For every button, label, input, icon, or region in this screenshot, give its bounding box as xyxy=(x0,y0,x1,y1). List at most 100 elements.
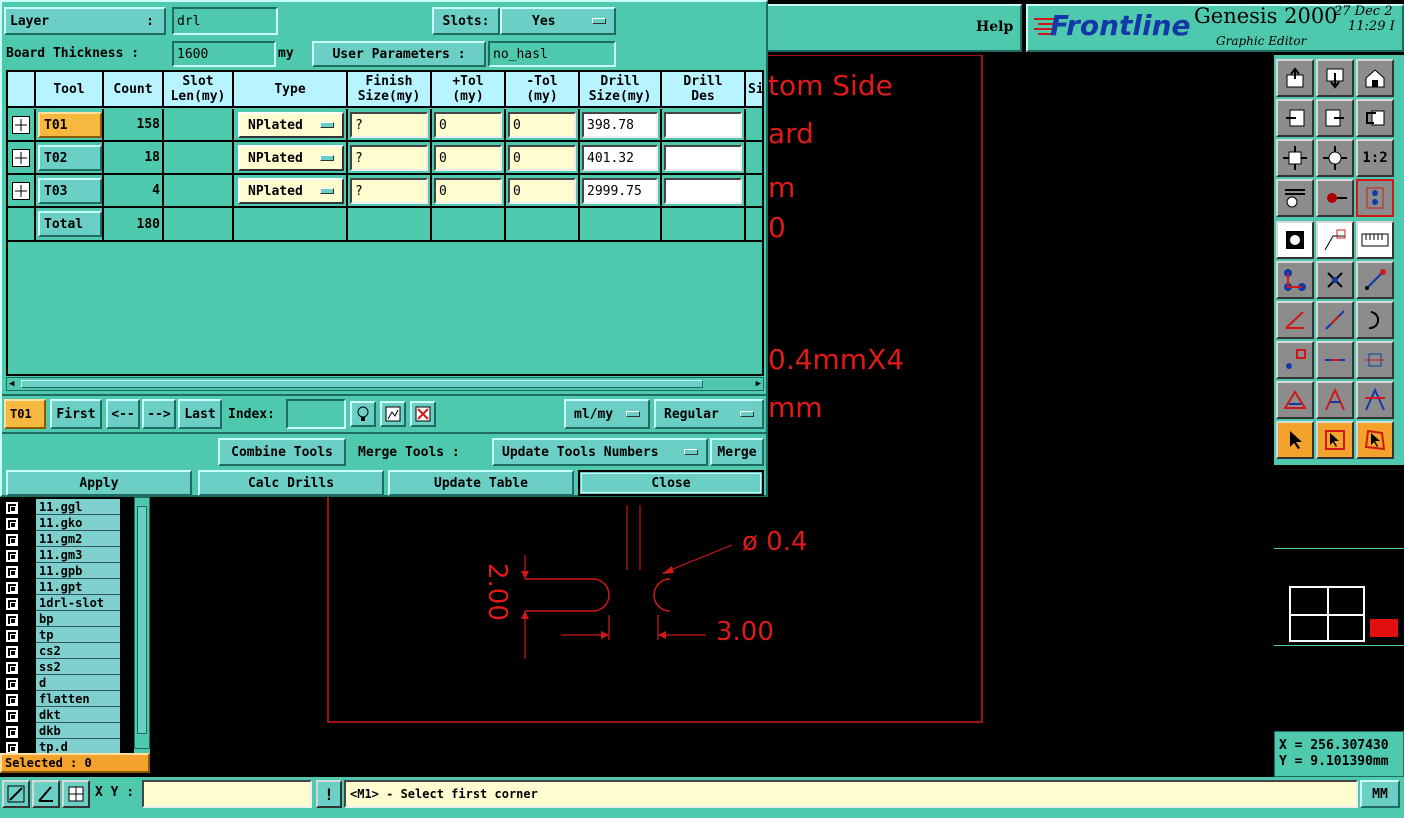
layer-list-item[interactable]: tp xyxy=(0,627,130,643)
select-poly-icon[interactable] xyxy=(1356,421,1394,459)
text-a-icon[interactable] xyxy=(1316,381,1354,419)
row-select-icon[interactable] xyxy=(12,116,30,134)
layer-checkbox[interactable] xyxy=(6,534,18,546)
minus-tol-input[interactable]: 0 xyxy=(508,178,576,204)
move-left-icon[interactable] xyxy=(1276,99,1314,137)
xy-input[interactable] xyxy=(142,780,312,808)
arc-icon[interactable] xyxy=(1356,301,1394,339)
lightbulb-icon[interactable] xyxy=(350,401,376,427)
tool-type-dropdown[interactable]: NPlated xyxy=(238,112,344,138)
line-point-icon[interactable] xyxy=(1356,261,1394,299)
layer-list-item[interactable]: 11.gm2 xyxy=(0,531,130,547)
select-arrow-icon[interactable] xyxy=(1276,421,1314,459)
update-tools-numbers-dropdown[interactable]: Update Tools Numbers xyxy=(492,438,708,466)
home-icon[interactable] xyxy=(1356,59,1394,97)
horizontal-line-icon[interactable] xyxy=(1316,341,1354,379)
slots-dropdown[interactable]: Yes xyxy=(500,7,616,35)
plus-tol-input[interactable]: 0 xyxy=(434,178,502,204)
drill-size-input[interactable]: 401.32 xyxy=(582,145,658,171)
layer-list-item[interactable]: 11.gko xyxy=(0,515,130,531)
finish-size-input[interactable]: ? xyxy=(350,145,428,171)
first-button[interactable]: First xyxy=(50,399,102,429)
ruler-icon[interactable] xyxy=(1356,221,1394,259)
connect-icon[interactable] xyxy=(1276,261,1314,299)
drill-size-input[interactable]: 2999.75 xyxy=(582,178,658,204)
mini-map[interactable] xyxy=(1274,548,1404,646)
combine-tools-button[interactable]: Combine Tools xyxy=(218,438,346,466)
layer-list-item[interactable]: dkt xyxy=(0,707,130,723)
table-row[interactable]: T01 158 NPlated? 0 0 398.78 xyxy=(8,109,762,142)
diagonal-line-icon[interactable] xyxy=(1316,301,1354,339)
layer-checkbox[interactable] xyxy=(6,678,18,690)
snap-icon[interactable] xyxy=(1316,179,1354,217)
drill-size-input[interactable]: 398.78 xyxy=(582,112,658,138)
layer-checkbox[interactable] xyxy=(6,598,18,610)
table-row[interactable]: T03 4 NPlated? 0 0 2999.75 xyxy=(8,175,762,208)
layer-list-item[interactable]: bp xyxy=(0,611,130,627)
table-row[interactable]: T02 18 NPlated? 0 0 401.32 xyxy=(8,142,762,175)
cross-icon[interactable] xyxy=(1316,261,1354,299)
layer-checkbox[interactable] xyxy=(6,550,18,562)
layer-list-item[interactable]: 11.gpt xyxy=(0,579,130,595)
finish-size-input[interactable]: ? xyxy=(350,178,428,204)
pad-icon[interactable] xyxy=(1276,221,1314,259)
undo-icon[interactable] xyxy=(1356,99,1394,137)
layer-list-item[interactable]: 11.ggl xyxy=(0,499,130,515)
board-thickness-input[interactable]: 1600 xyxy=(172,41,276,67)
tool-name[interactable]: T02 xyxy=(38,145,102,171)
export-icon[interactable] xyxy=(1316,59,1354,97)
layer-checkbox[interactable] xyxy=(6,662,18,674)
help-menu[interactable]: Help xyxy=(976,19,1013,35)
tool-type-dropdown[interactable]: NPlated xyxy=(238,178,344,204)
layer-checkbox[interactable] xyxy=(6,694,18,706)
layer-checkbox[interactable] xyxy=(6,726,18,738)
layer-checkbox[interactable] xyxy=(6,710,18,722)
close-button[interactable]: Close xyxy=(578,470,764,496)
row-select-icon[interactable] xyxy=(12,182,30,200)
layer-list-scrollbar[interactable] xyxy=(134,497,150,749)
layer-input[interactable]: drl xyxy=(172,7,278,35)
merge-button[interactable]: Merge xyxy=(710,438,764,466)
drill-des-input[interactable] xyxy=(664,112,742,138)
angle-line-icon[interactable] xyxy=(1276,301,1314,339)
zoom-area-icon[interactable] xyxy=(2,780,30,808)
tool-name[interactable]: T01 xyxy=(38,112,102,138)
image-icon[interactable] xyxy=(380,401,406,427)
delete-icon[interactable] xyxy=(410,401,436,427)
pad-line-icon[interactable] xyxy=(1276,341,1314,379)
grid-snap-icon[interactable] xyxy=(62,780,90,808)
user-parameters-input[interactable]: no_hasl xyxy=(488,41,616,67)
layer-list-item[interactable]: cs2 xyxy=(0,643,130,659)
layer-checkbox[interactable] xyxy=(6,518,18,530)
import-icon[interactable] xyxy=(1276,59,1314,97)
layer-checkbox[interactable] xyxy=(6,582,18,594)
minus-tol-input[interactable]: 0 xyxy=(508,145,576,171)
layer-checkbox[interactable] xyxy=(6,646,18,658)
plus-tol-input[interactable]: 0 xyxy=(434,145,502,171)
tool-name[interactable]: T03 xyxy=(38,178,102,204)
measure-icon[interactable] xyxy=(1276,179,1314,217)
index-input[interactable] xyxy=(286,399,346,429)
zoom-fit-icon[interactable] xyxy=(1276,139,1314,177)
move-right-icon[interactable] xyxy=(1316,99,1354,137)
layer-list-item[interactable]: dkb xyxy=(0,723,130,739)
update-table-button[interactable]: Update Table xyxy=(388,470,574,496)
units-button[interactable]: MM xyxy=(1360,780,1400,808)
layer-checkbox[interactable] xyxy=(6,630,18,642)
select-box-icon[interactable] xyxy=(1316,421,1354,459)
layer-list-item[interactable]: 11.gm3 xyxy=(0,547,130,563)
mode-dropdown[interactable]: Regular xyxy=(654,399,764,429)
dimension-icon[interactable] xyxy=(1356,341,1394,379)
layer-list-item[interactable]: d xyxy=(0,675,130,691)
apply-button[interactable]: Apply xyxy=(6,470,192,496)
next-button[interactable]: --> xyxy=(142,399,176,429)
plus-tol-input[interactable]: 0 xyxy=(434,112,502,138)
layer-checkbox[interactable] xyxy=(6,566,18,578)
minus-tol-input[interactable]: 0 xyxy=(508,112,576,138)
units-dropdown[interactable]: ml/my xyxy=(564,399,650,429)
layer-checkbox[interactable] xyxy=(6,502,18,514)
text-a-line-icon[interactable] xyxy=(1356,381,1394,419)
drill-des-input[interactable] xyxy=(664,178,742,204)
layer-list-item[interactable]: ss2 xyxy=(0,659,130,675)
triangle-icon[interactable] xyxy=(1276,381,1314,419)
